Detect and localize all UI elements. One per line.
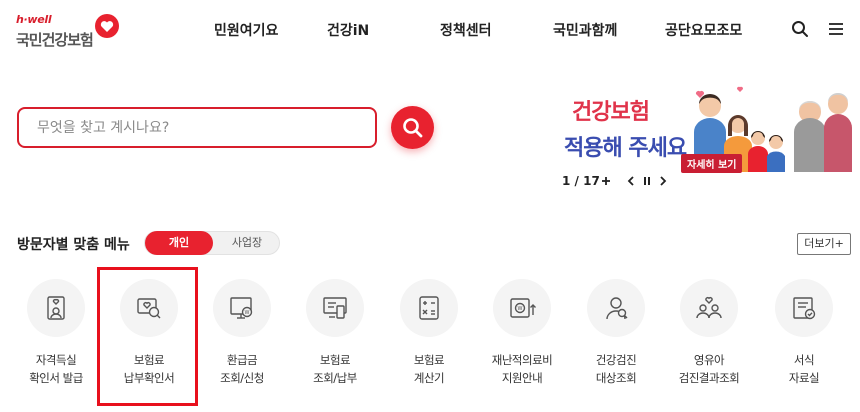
menu-icon-circle (27, 279, 85, 337)
menu-item-calculator[interactable]: 보험료 계산기 (384, 279, 474, 394)
menu-icon-circle (306, 279, 364, 337)
nav-item-health-in[interactable]: 건강iN (327, 20, 369, 40)
toggle-personal[interactable]: 개인 (145, 231, 213, 255)
nav-item-about[interactable]: 공단요모조모 (665, 20, 742, 40)
infant-icon (696, 297, 722, 319)
logo-name: 국민건강보험 (16, 31, 94, 49)
menu-item-premium-inquiry[interactable]: 보험료 조회/납부 (290, 279, 380, 394)
menu-label: 보험료 조회/납부 (313, 353, 357, 385)
banner-title-line2: 적용해 주세요 (564, 136, 687, 161)
search-button[interactable] (391, 106, 434, 149)
menu-icon-circle (680, 279, 738, 337)
menu-icon-circle: W (213, 279, 271, 337)
nav-item-policy[interactable]: 정책센터 (440, 20, 492, 40)
menu-label: 영유아 검진결과조회 (678, 353, 740, 385)
forms-icon (793, 297, 816, 320)
search-button-icon (403, 118, 423, 138)
menu-icon-circle (587, 279, 645, 337)
checkup-icon (606, 297, 628, 320)
menu-item-medical-support[interactable]: W 재난적의료비 지원안내 (477, 279, 567, 394)
search-input[interactable] (37, 118, 357, 138)
svg-text:W: W (245, 310, 250, 316)
site-logo[interactable]: h·well 국민건강보험 (16, 13, 126, 53)
hamburger-menu-icon[interactable] (827, 20, 845, 38)
more-button[interactable]: 더보기+ (797, 233, 851, 255)
menu-label: 건강검진 대상조회 (595, 353, 637, 385)
menu-icon-circle (120, 279, 178, 337)
menu-label: 환급금 조회/신청 (220, 353, 264, 385)
search-icon[interactable] (791, 20, 809, 38)
promo-banner[interactable]: 건강보험 적용해 주세요 자세히 보기 (560, 86, 860, 173)
menu-item-infant[interactable]: 영유아 검진결과조회 (664, 279, 754, 394)
banner-detail-button[interactable]: 자세히 보기 (681, 154, 743, 173)
logo-tagline: h·well (16, 13, 52, 26)
payment-confirm-icon (137, 298, 161, 319)
toggle-business[interactable]: 사업장 (215, 231, 279, 255)
menu-item-qualification[interactable]: 자격득실 확인서 발급 (11, 279, 101, 394)
refund-icon: W (230, 297, 253, 319)
menu-label: 보험료 납부확인서 (123, 353, 175, 385)
calculator-icon (419, 296, 439, 320)
certificate-icon (47, 296, 65, 320)
search-box (17, 107, 377, 148)
visitor-type-toggle: 개인 사업장 (144, 231, 280, 255)
menu-label: 재난적의료비 지원안내 (491, 353, 553, 385)
nav-item-civil[interactable]: 민원여기요 (214, 20, 278, 40)
menu-item-checkup[interactable]: 건강검진 대상조회 (571, 279, 661, 394)
menu-label: 서식 자료실 (788, 353, 820, 385)
nav-item-public[interactable]: 국민과함께 (553, 20, 617, 40)
menu-icon-circle: W (493, 279, 551, 337)
menu-item-refund[interactable]: W 환급금 조회/신청 (197, 279, 287, 394)
svg-text:W: W (518, 306, 523, 312)
menu-icon-circle (775, 279, 833, 337)
medical-support-icon: W (510, 298, 536, 318)
menu-icon-circle (400, 279, 458, 337)
next-arrow-icon[interactable] (656, 173, 670, 189)
pager-count: 1 / 17 (562, 174, 600, 188)
banner-title-line1: 건강보험 (572, 100, 650, 125)
menu-item-forms[interactable]: 서식 자료실 (759, 279, 849, 394)
pause-icon[interactable] (640, 173, 654, 189)
menu-item-payment-confirm[interactable]: 보험료 납부확인서 (104, 279, 194, 394)
section-title: 방문자별 맞춤 메뉴 (17, 237, 130, 253)
menu-label: 보험료 계산기 (413, 353, 445, 385)
prev-arrow-icon[interactable] (624, 173, 638, 189)
menu-label: 자격득실 확인서 발급 (29, 353, 83, 385)
premium-inquiry-icon (323, 297, 347, 319)
heart-logo-icon (95, 14, 119, 38)
plus-icon[interactable] (599, 173, 613, 189)
